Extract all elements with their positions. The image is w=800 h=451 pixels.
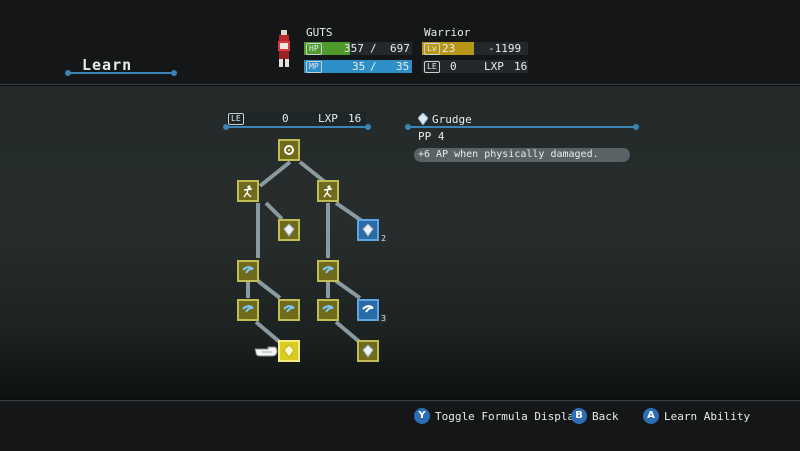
le-value: 0 [450, 60, 457, 73]
back-label[interactable]: Back [592, 410, 619, 423]
pointing-hand-cursor-icon [254, 346, 278, 357]
tree-header: LE 0 LXP 16 [226, 112, 366, 126]
mp-bar: MP 35 / 35 [304, 60, 412, 73]
tree-le-value: 0 [282, 112, 289, 125]
le-label: LE [424, 61, 440, 73]
tree-le-label: LE [228, 113, 244, 125]
level-label: Lv [424, 43, 440, 55]
skill-node-left-1[interactable] [237, 180, 259, 202]
skill-node-left-3[interactable] [237, 299, 259, 321]
next-level-exp: -1199 [488, 42, 522, 55]
le-bar: LE 0 LXP 16 [422, 60, 528, 73]
character-name: GUTS [306, 26, 333, 39]
tree-lxp-value: 16 [348, 112, 362, 125]
skill-node-right-4[interactable] [357, 340, 379, 362]
skill-node-left-3b[interactable] [278, 299, 300, 321]
skill-node-right-1[interactable] [317, 180, 339, 202]
slash-icon [322, 305, 334, 313]
figure-icon [243, 185, 253, 198]
hp-label: HP [306, 43, 322, 55]
slash-icon [242, 266, 254, 274]
skill-node-selected[interactable] [278, 340, 300, 362]
crystal-icon [362, 344, 374, 358]
node-count-badge: 3 [380, 314, 387, 323]
title-underline [65, 70, 177, 76]
y-button-icon[interactable]: Y [414, 408, 430, 424]
crystal-icon [283, 223, 295, 237]
mp-label: MP [306, 61, 322, 73]
tree-lxp-label: LXP [318, 112, 338, 125]
hp-bar: HP 357 / 697 [304, 42, 412, 55]
b-button-icon[interactable]: B [571, 408, 587, 424]
skill-node-right-3[interactable] [317, 299, 339, 321]
learn-ability-label[interactable]: Learn Ability [664, 410, 750, 423]
figure-icon [323, 185, 333, 198]
slash-icon [283, 305, 295, 313]
skill-node-right-3b[interactable]: 3 [357, 299, 387, 323]
mp-current: 35 [352, 60, 366, 73]
level-bar: Lv 23 -1199 [422, 42, 528, 55]
header-bar: Learn GUTS Warrior HP 357 / 697 MP 35 / … [0, 0, 800, 85]
crystal-icon [283, 344, 295, 358]
toggle-formula-label[interactable]: Toggle Formula Display [435, 410, 581, 423]
crystal-icon [418, 113, 428, 125]
hp-current: 357 [344, 42, 364, 55]
node-count-badge: 2 [380, 234, 387, 243]
ability-name: Grudge [432, 113, 472, 126]
a-button-icon[interactable]: A [643, 408, 659, 424]
skill-node-root[interactable] [278, 139, 300, 161]
crystal-icon [362, 223, 374, 237]
gear-icon [284, 145, 294, 155]
skill-node-right-1-crystal[interactable]: 2 [357, 219, 387, 243]
skill-node-left-2[interactable] [237, 260, 259, 282]
hp-separator: / [370, 42, 377, 55]
learn-panel [0, 86, 800, 398]
ability-description: +6 AP when physically damaged. [414, 148, 630, 162]
ability-underline [405, 124, 639, 130]
slash-icon [322, 266, 334, 274]
hp-max: 697 [390, 42, 410, 55]
lxp-value: 16 [514, 60, 528, 73]
tree-header-underline [223, 124, 371, 130]
character-job: Warrior [424, 26, 471, 39]
mp-max: 35 [396, 60, 410, 73]
mp-separator: / [370, 60, 377, 73]
lxp-label: LXP [484, 60, 504, 73]
footer-bar [0, 400, 800, 451]
slash-icon [242, 305, 254, 313]
ability-pp: PP 4 [418, 130, 445, 143]
skill-node-left-1-crystal[interactable] [278, 219, 300, 241]
character-portrait [278, 30, 290, 67]
skill-node-right-2[interactable] [317, 260, 339, 282]
level-value: 23 [442, 42, 456, 55]
slash-icon [362, 305, 374, 313]
